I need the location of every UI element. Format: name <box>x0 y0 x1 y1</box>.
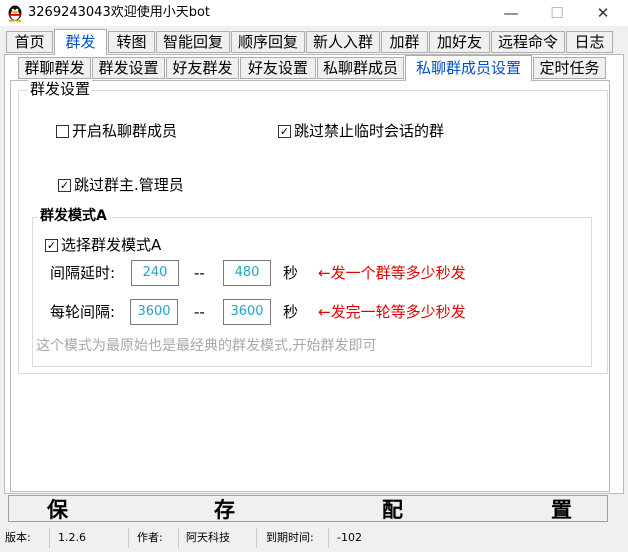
subtab-friend-mass-send[interactable]: 好友群发 <box>166 57 239 79</box>
penguin-icon <box>8 5 22 22</box>
round-min-input[interactable]: 3600 <box>130 299 178 325</box>
expiry-label: 到期时间: <box>266 531 314 544</box>
maximize-button[interactable]: ☐ <box>534 0 580 26</box>
status-separator <box>178 528 179 548</box>
tab-add-friend[interactable]: 加好友 <box>429 31 490 53</box>
subtab-private-members[interactable]: 私聊群成员 <box>317 57 404 79</box>
tab-home[interactable]: 首页 <box>6 31 53 53</box>
save-char-1: 保 <box>47 497 68 522</box>
check-mark-icon: ✓ <box>46 239 57 252</box>
round-unit-label: 秒 <box>283 303 299 321</box>
tab-convert-image[interactable]: 转图 <box>108 31 155 53</box>
tab-mass-send[interactable]: 群发 <box>54 29 107 55</box>
settings-group-title: 群发设置 <box>28 80 93 98</box>
version-value: 1.2.6 <box>58 531 86 544</box>
interval-dash: -- <box>194 264 205 282</box>
enable-private-members-checkbox[interactable] <box>56 125 69 138</box>
enable-private-members-label: 开启私聊群成员 <box>72 122 178 140</box>
interval-note: ←发一个群等多少秒发 <box>318 264 466 282</box>
skip-no-temp-chat-checkbox[interactable]: ✓ <box>278 125 291 138</box>
check-mark-icon: ✓ <box>279 125 290 138</box>
tab-new-member[interactable]: 新人入群 <box>306 31 380 53</box>
mode-a-title: 群发模式A <box>38 207 109 225</box>
save-char-2: 存 <box>214 497 235 522</box>
round-interval-label: 每轮间隔: <box>50 303 116 321</box>
skip-owner-admin-checkbox[interactable]: ✓ <box>58 179 71 192</box>
skip-owner-admin-label: 跳过群主.管理员 <box>74 176 184 194</box>
window-title: 3269243043欢迎使用小天bot <box>28 5 211 20</box>
expiry-value: -102 <box>337 531 362 544</box>
minimize-button[interactable]: — <box>488 0 534 26</box>
check-mark-icon: ✓ <box>59 179 70 192</box>
tab-sequential-reply[interactable]: 顺序回复 <box>231 31 305 53</box>
subtab-private-members-settings[interactable]: 私聊群成员设置 <box>405 55 532 81</box>
subtab-friend-settings[interactable]: 好友设置 <box>240 57 316 79</box>
subtab-scheduled-tasks[interactable]: 定时任务 <box>533 57 606 79</box>
select-mode-a-label: 选择群发模式A <box>61 236 162 254</box>
author-label: 作者: <box>137 531 163 544</box>
skip-no-temp-chat-label: 跳过禁止临时会话的群 <box>294 122 445 140</box>
round-dash: -- <box>194 303 205 321</box>
status-separator <box>128 528 129 548</box>
tab-smart-reply[interactable]: 智能回复 <box>156 31 230 53</box>
mode-a-hint: 这个模式为最原始也是最经典的群发模式,开始群发即可 <box>36 338 377 354</box>
tab-log[interactable]: 日志 <box>566 31 613 53</box>
round-note: ←发完一轮等多少秒发 <box>318 303 466 321</box>
subtab-mass-send-settings[interactable]: 群发设置 <box>92 57 165 79</box>
save-config-button[interactable]: 保 存 配 置 <box>8 495 608 522</box>
interval-min-input[interactable]: 240 <box>131 260 179 286</box>
author-value: 阿天科技 <box>186 531 230 544</box>
close-button[interactable]: ✕ <box>580 0 626 26</box>
status-separator <box>328 528 329 548</box>
tab-remote-command[interactable]: 远程命令 <box>491 31 565 53</box>
save-char-4: 置 <box>551 497 572 522</box>
status-separator <box>256 528 257 548</box>
interval-unit-label: 秒 <box>283 264 299 282</box>
status-separator <box>49 528 50 548</box>
save-char-3: 配 <box>382 497 403 522</box>
interval-delay-label: 间隔延时: <box>50 264 116 282</box>
subtab-group-mass-send[interactable]: 群聊群发 <box>18 57 91 79</box>
round-max-input[interactable]: 3600 <box>223 299 271 325</box>
version-label: 版本: <box>5 531 31 544</box>
tab-join-group[interactable]: 加群 <box>381 31 428 53</box>
interval-max-input[interactable]: 480 <box>223 260 271 286</box>
select-mode-a-checkbox[interactable]: ✓ <box>45 239 58 252</box>
